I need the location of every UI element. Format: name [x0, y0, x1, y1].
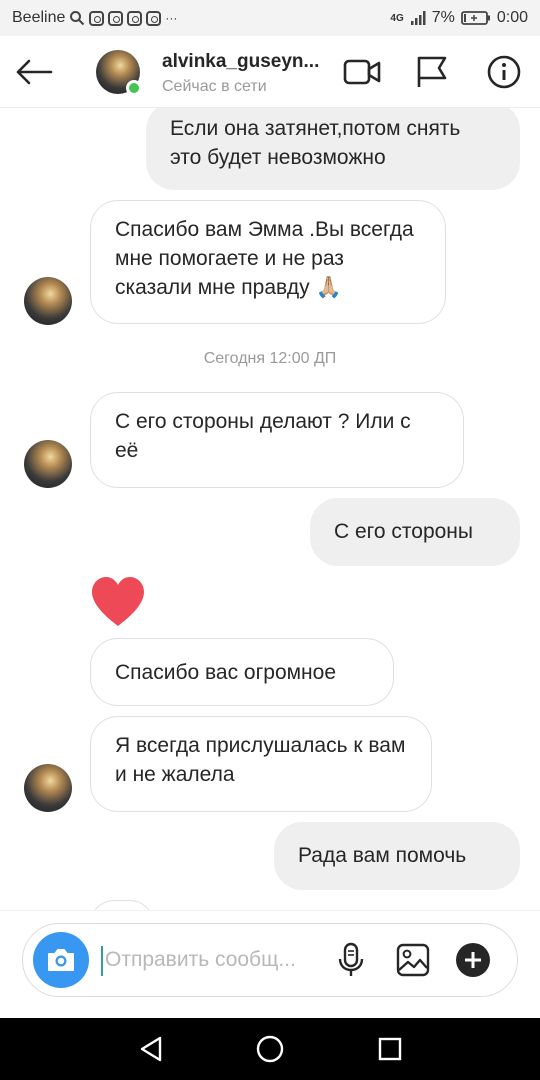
online-indicator: [126, 80, 142, 96]
search-notification-icon: [70, 11, 85, 26]
username[interactable]: alvinka_guseyn...: [162, 51, 319, 73]
partial-message-bubble: [90, 900, 154, 910]
sender-avatar[interactable]: [24, 764, 72, 812]
camera-button[interactable]: [33, 932, 89, 988]
online-status: Сейчас в сети: [162, 78, 267, 95]
instagram-notification-icon: [108, 10, 124, 26]
signal-icon: [410, 11, 426, 25]
message-bubble-incoming[interactable]: С его стороны делают ? Или с её: [90, 392, 464, 488]
message-bubble-outgoing[interactable]: Если она затянет,потом снять это будет н…: [146, 108, 520, 190]
sender-avatar[interactable]: [24, 277, 72, 325]
gallery-button[interactable]: [393, 940, 433, 980]
clock: 0:00: [496, 9, 528, 26]
battery-percent: 7%: [431, 9, 455, 26]
message-bubble-outgoing[interactable]: С его стороны: [310, 498, 520, 566]
instagram-notification-icon: [89, 10, 105, 26]
carrier-name: Beeline: [12, 9, 66, 26]
profile-avatar-button[interactable]: [96, 50, 142, 96]
plus-icon: [456, 943, 490, 977]
back-button[interactable]: [14, 52, 54, 92]
flag-icon: [417, 56, 447, 87]
network-type: 4G: [390, 12, 404, 24]
message-bubble-incoming[interactable]: Я всегда прислушалась к вам и не жалела: [90, 716, 432, 812]
text-cursor: [101, 946, 103, 976]
nav-back-button[interactable]: [134, 1032, 168, 1066]
message-input[interactable]: [105, 940, 335, 980]
status-left: Beeline ···: [12, 9, 177, 27]
video-call-button[interactable]: [342, 54, 382, 90]
heart-reaction-icon[interactable]: [90, 576, 146, 628]
nav-home-button[interactable]: [253, 1032, 287, 1066]
composer-area: [0, 910, 540, 1018]
camera-icon: [48, 949, 74, 971]
message-thread[interactable]: Если она затянет,потом снять это будет н…: [0, 108, 540, 910]
more-options-button[interactable]: [453, 940, 493, 980]
message-composer: [22, 923, 518, 997]
nav-recents-icon: [378, 1037, 402, 1061]
sender-avatar[interactable]: [24, 440, 72, 488]
system-navigation-bar: [0, 1018, 540, 1080]
chat-header: alvinka_guseyn... Сейчас в сети: [0, 36, 540, 108]
battery-icon: [460, 11, 490, 25]
back-arrow-icon: [16, 59, 53, 85]
nav-home-icon: [256, 1035, 284, 1063]
message-bubble-incoming[interactable]: Спасибо вам Эмма .Вы всегда мне помогает…: [90, 200, 446, 324]
video-call-icon: [343, 59, 381, 85]
nav-recents-button[interactable]: [373, 1032, 407, 1066]
instagram-notification-icon: [127, 10, 143, 26]
info-icon: [487, 55, 521, 89]
report-flag-button[interactable]: [412, 54, 452, 90]
info-button[interactable]: [484, 54, 524, 90]
voice-message-button[interactable]: [331, 940, 371, 980]
status-bar: Beeline ··· 4G 7% 0:00: [0, 0, 540, 36]
instagram-notification-icon: [146, 10, 162, 26]
status-right: 4G 7% 0:00: [390, 9, 528, 27]
microphone-icon: [338, 942, 364, 976]
more-notifications-icon: ···: [165, 11, 178, 25]
message-bubble-outgoing[interactable]: Рада вам помочь: [274, 822, 520, 890]
message-bubble-incoming[interactable]: Спасибо вас огромное: [90, 638, 394, 706]
gallery-icon: [396, 943, 430, 977]
timestamp: Сегодня 12:00 ДП: [203, 350, 337, 367]
nav-back-icon: [140, 1036, 162, 1062]
